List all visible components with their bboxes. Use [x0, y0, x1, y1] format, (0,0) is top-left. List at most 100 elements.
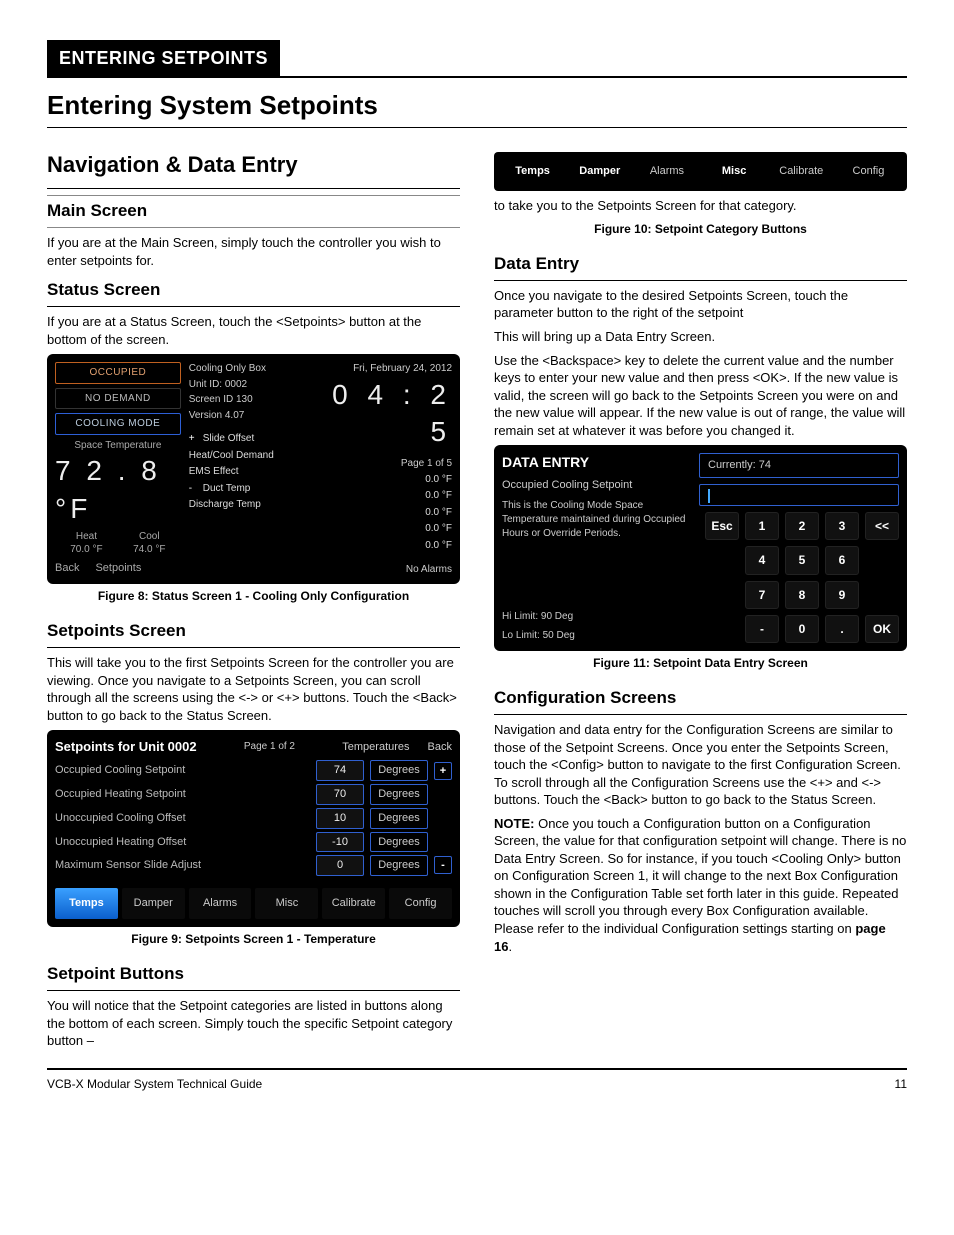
value: 0.0 °F	[425, 539, 452, 553]
tab-config[interactable]: Config	[836, 158, 901, 185]
key-minus[interactable]: -	[745, 615, 779, 643]
keypad: Esc 1 2 3 << 4 5 6 7 8 9	[699, 512, 899, 643]
status-text: If you are at a Status Screen, touch the…	[47, 313, 460, 348]
label: Space Temperature	[55, 439, 181, 453]
key-8[interactable]: 8	[785, 581, 819, 609]
key-9[interactable]: 9	[825, 581, 859, 609]
tab-config[interactable]: Config	[389, 888, 452, 919]
status-badge: NO DEMAND	[55, 388, 181, 410]
group-label: Temperatures	[342, 740, 409, 755]
sp-label: Maximum Sensor Slide Adjust	[55, 858, 310, 873]
page-title: Entering System Setpoints	[47, 88, 907, 123]
sp-buttons-text-post: to take you to the Setpoints Screen for …	[494, 197, 907, 215]
sp-unit: Degrees	[370, 760, 428, 781]
date: Fri, February 24, 2012	[326, 362, 452, 376]
de-text-3: Use the <Backspace> key to delete the cu…	[494, 352, 907, 440]
sp-value[interactable]: -10	[316, 832, 364, 853]
status-screen-figure: OCCUPIED NO DEMAND COOLING MODE Space Te…	[47, 354, 460, 584]
data-entry-heading: Data Entry	[494, 249, 907, 281]
value: 0.0 °F	[425, 506, 452, 520]
sp-value[interactable]: 0	[316, 855, 364, 876]
tab-temps[interactable]: Temps	[500, 158, 565, 185]
footer-left: VCB-X Modular System Technical Guide	[47, 1076, 262, 1092]
setpoints-screen-figure: Setpoints for Unit 0002 Page 1 of 2 Temp…	[47, 730, 460, 927]
label: Screen ID 130	[189, 393, 319, 407]
back-button[interactable]: Back	[55, 561, 79, 576]
key-3[interactable]: 3	[825, 512, 859, 540]
value: 0.0 °F	[425, 522, 452, 536]
key-5[interactable]: 5	[785, 546, 819, 574]
category-strip-figure: Temps Damper Alarms Misc Calibrate Confi…	[494, 152, 907, 191]
key-esc[interactable]: Esc	[705, 512, 739, 540]
label: Version 4.07	[189, 409, 319, 423]
setpoints-button[interactable]: Setpoints	[95, 561, 141, 576]
sp-label: Unoccupied Cooling Offset	[55, 811, 310, 826]
back-button[interactable]: Back	[428, 740, 452, 755]
config-heading: Configuration Screens	[494, 683, 907, 715]
key-2[interactable]: 2	[785, 512, 819, 540]
tab-misc[interactable]: Misc	[255, 888, 318, 919]
page-indicator: Page 1 of 5	[326, 457, 452, 471]
label: Cool	[139, 531, 160, 542]
key-1[interactable]: 1	[745, 512, 779, 540]
key-0[interactable]: 0	[785, 615, 819, 643]
sp-label: Occupied Cooling Setpoint	[55, 763, 310, 778]
tab-alarms[interactable]: Alarms	[634, 158, 699, 185]
value: 0.0 °F	[425, 489, 452, 503]
space-temp: 7 2 . 8 °F	[55, 452, 181, 528]
key-7[interactable]: 7	[745, 581, 779, 609]
sp-value[interactable]: 70	[316, 784, 364, 805]
nav-heading: Navigation & Data Entry	[47, 150, 460, 180]
page-indicator: Page 1 of 2	[207, 740, 333, 754]
sp-unit: Degrees	[370, 808, 428, 829]
value: 74.0 °F	[133, 544, 165, 555]
status-badge: COOLING MODE	[55, 413, 181, 435]
key-6[interactable]: 6	[825, 546, 859, 574]
sps-heading: Setpoints Screen	[47, 616, 460, 648]
de-text-2: This will bring up a Data Entry Screen.	[494, 328, 907, 346]
main-screen-heading: Main Screen	[47, 195, 460, 228]
no-alarms[interactable]: No Alarms	[326, 563, 452, 577]
figure-caption: Figure 11: Setpoint Data Entry Screen	[494, 655, 907, 671]
key-backspace[interactable]: <<	[865, 512, 899, 540]
figure-caption: Figure 8: Status Screen 1 - Cooling Only…	[47, 588, 460, 604]
plus-button[interactable]: +	[434, 762, 452, 780]
tab-damper[interactable]: Damper	[122, 888, 185, 919]
tab-calibrate[interactable]: Calibrate	[322, 888, 385, 919]
sp-buttons-text: You will notice that the Setpoint catego…	[47, 997, 460, 1050]
sps-text: This will take you to the first Setpoint…	[47, 654, 460, 724]
status-badge: OCCUPIED	[55, 362, 181, 384]
label: Duct Temp	[203, 482, 251, 496]
label: Heat/Cool Demand	[189, 449, 274, 463]
value: 0.0 °F	[425, 473, 452, 487]
config-text: Navigation and data entry for the Config…	[494, 721, 907, 809]
tab-calibrate[interactable]: Calibrate	[769, 158, 834, 185]
label: Discharge Temp	[189, 498, 261, 512]
sp-value[interactable]: 10	[316, 808, 364, 829]
tab-misc[interactable]: Misc	[702, 158, 767, 185]
figure-caption: Figure 9: Setpoints Screen 1 - Temperatu…	[47, 931, 460, 947]
de-title: DATA ENTRY	[502, 453, 687, 472]
hi-limit: Hi Limit: 90 Deg	[502, 610, 687, 624]
config-note: NOTE: NOTE: Once you touch a Configurati…	[494, 815, 907, 955]
entry-field[interactable]	[699, 484, 899, 506]
tab-temps[interactable]: Temps	[55, 888, 118, 919]
lo-limit: Lo Limit: 50 Deg	[502, 629, 687, 643]
sp-unit: Degrees	[370, 784, 428, 805]
minus-button[interactable]: -	[434, 856, 452, 874]
data-entry-figure: DATA ENTRY Occupied Cooling Setpoint Thi…	[494, 445, 907, 651]
tab-damper[interactable]: Damper	[567, 158, 632, 185]
sp-value[interactable]: 74	[316, 760, 364, 781]
sp-unit: Degrees	[370, 832, 428, 853]
sp-desc: This is the Cooling Mode Space Temperatu…	[502, 499, 687, 541]
key-ok[interactable]: OK	[865, 615, 899, 643]
key-dot[interactable]: .	[825, 615, 859, 643]
label: Cooling Only Box	[189, 362, 319, 376]
status-heading: Status Screen	[47, 275, 460, 307]
label: Heat	[76, 531, 97, 542]
sp-buttons-heading: Setpoint Buttons	[47, 959, 460, 991]
tab-alarms[interactable]: Alarms	[189, 888, 252, 919]
value: 70.0 °F	[70, 544, 102, 555]
figure-caption: Figure 10: Setpoint Category Buttons	[494, 221, 907, 237]
key-4[interactable]: 4	[745, 546, 779, 574]
